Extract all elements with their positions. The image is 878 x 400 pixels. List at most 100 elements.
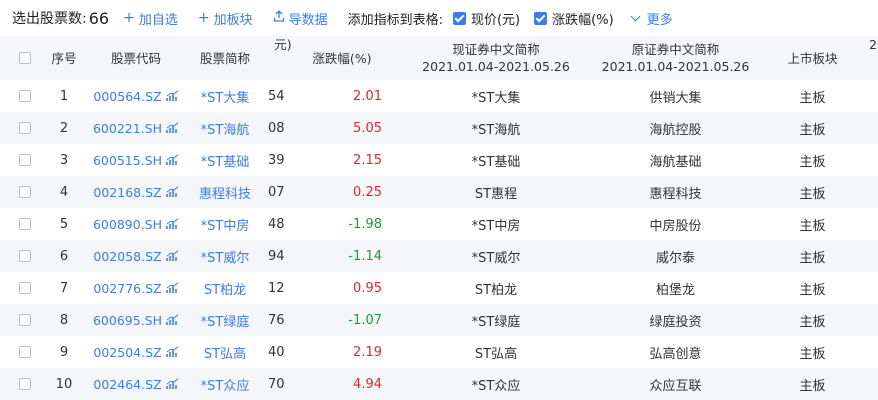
row-index: 4	[59, 184, 69, 200]
stock-name-link[interactable]: *ST大集	[201, 87, 250, 106]
row-current-name: *ST绿庭	[471, 314, 521, 330]
add-board-button[interactable]: + 加板块	[198, 9, 253, 28]
table-row[interactable]: 9 002504.SZ ST弘高 40 2.19 ST弘高 弘高创意 主板	[0, 336, 878, 368]
row-checkbox[interactable]	[19, 154, 31, 166]
row-name-cell: *ST基础	[192, 144, 258, 176]
row-checkbox[interactable]	[19, 282, 31, 294]
stock-code-link[interactable]: 600890.SH	[93, 217, 162, 232]
more-button[interactable]: 更多	[628, 9, 673, 28]
row-name-cell: ST弘高	[192, 336, 258, 368]
stock-name-link[interactable]: *ST中房	[201, 215, 250, 234]
stock-code-link[interactable]: 002504.SZ	[93, 345, 161, 360]
stock-code-link[interactable]: 600221.SH	[93, 121, 162, 136]
stock-code-link[interactable]: 000564.SZ	[93, 89, 161, 104]
row-original-name: 弘高创意	[649, 346, 702, 362]
bar-chart-icon[interactable]	[165, 90, 179, 102]
row-select-cell	[14, 80, 36, 112]
stock-name-link[interactable]: *ST威尔	[201, 247, 250, 266]
stock-code-link[interactable]: 600515.SH	[93, 153, 162, 168]
row-change: 0.95	[353, 280, 382, 296]
row-price: 12	[268, 280, 285, 296]
select-all-checkbox[interactable]	[19, 52, 31, 64]
table-row[interactable]: 3 600515.SH *ST基础 39 2.15 *ST基础 海航基础 主板	[0, 144, 878, 176]
table-row[interactable]: 6 002058.SZ *ST威尔 94 -1.14 *ST威尔 威尔泰 主板	[0, 240, 878, 272]
stock-code-link[interactable]: 002464.SZ	[93, 377, 161, 392]
add-watchlist-button[interactable]: + 加自选	[123, 9, 178, 28]
change-checkbox[interactable]: 涨跌幅(%)	[534, 9, 614, 28]
row-price: 54	[268, 88, 285, 104]
bar-chart-icon[interactable]	[166, 122, 179, 134]
stock-code-link[interactable]: 002058.SZ	[93, 249, 161, 264]
header-change[interactable]: 涨跌幅(%)	[300, 36, 384, 80]
stock-name-link[interactable]: *ST众应	[201, 375, 250, 394]
row-change: 2.15	[353, 152, 382, 168]
row-checkbox[interactable]	[19, 346, 31, 358]
row-price: 39	[268, 152, 285, 168]
bar-chart-icon[interactable]	[166, 218, 179, 230]
row-checkbox[interactable]	[19, 250, 31, 262]
row-original-name: 柏堡龙	[655, 282, 695, 298]
row-code-cell: 002776.SZ	[86, 272, 186, 304]
price-checkbox[interactable]: 现价(元)	[452, 9, 521, 28]
row-change: -1.14	[348, 248, 382, 264]
change-checkbox-label: 涨跌幅(%)	[552, 12, 614, 28]
row-checkbox[interactable]	[19, 314, 31, 326]
header-code[interactable]: 股票代码	[86, 36, 186, 80]
bar-chart-icon[interactable]	[166, 314, 179, 326]
bar-chart-icon[interactable]	[165, 186, 179, 198]
header-board[interactable]: 上市板块	[765, 36, 860, 80]
row-current-name: ST惠程	[474, 186, 518, 202]
export-button[interactable]: 导数据	[273, 9, 328, 28]
row-price: 94	[268, 248, 285, 264]
stock-name-link[interactable]: ST柏龙	[204, 279, 246, 298]
table-row[interactable]: 7 002776.SZ ST柏龙 12 0.95 ST柏龙 柏堡龙 主板	[0, 272, 878, 304]
row-board: 主板	[799, 346, 826, 362]
price-checkbox-label: 现价(元)	[470, 12, 521, 28]
checkbox-checked-icon	[452, 11, 466, 25]
header-current-name-title: 现证券中文简称	[452, 42, 540, 57]
bar-chart-icon[interactable]	[165, 378, 179, 390]
stock-name-link[interactable]: *ST绿庭	[201, 311, 250, 330]
row-price: 08	[268, 120, 285, 136]
stock-code-link[interactable]: 002776.SZ	[93, 281, 161, 296]
bar-chart-icon[interactable]	[165, 250, 179, 262]
table-row[interactable]: 8 600695.SH *ST绿庭 76 -1.07 *ST绿庭 绿庭投资 主板	[0, 304, 878, 336]
stock-name-link[interactable]: *ST基础	[201, 151, 250, 170]
bar-chart-icon[interactable]	[165, 346, 179, 358]
bar-chart-icon[interactable]	[166, 154, 179, 166]
row-change: 2.19	[353, 344, 382, 360]
row-current-name: *ST基础	[471, 154, 521, 170]
stock-code-link[interactable]: 002168.SZ	[93, 185, 161, 200]
header-name[interactable]: 股票简称	[192, 36, 258, 80]
bar-chart-icon[interactable]	[165, 282, 179, 294]
table-row[interactable]: 10 002464.SZ *ST众应 70 4.94 *ST众应 众应互联 主板	[0, 368, 878, 400]
table-row[interactable]: 2 600221.SH *ST海航 08 5.05 *ST海航 海航控股 主板	[0, 112, 878, 144]
row-checkbox[interactable]	[19, 90, 31, 102]
export-label: 导数据	[288, 12, 328, 28]
row-code-cell: 000564.SZ	[86, 80, 186, 112]
row-board: 主板	[799, 122, 826, 138]
row-checkbox[interactable]	[19, 122, 31, 134]
toolbar: 选出股票数: 66 + 加自选 + 加板块 导数据 添加指标到表格: 现价(元)…	[0, 0, 878, 36]
row-index: 6	[59, 248, 69, 264]
table-row[interactable]: 5 600890.SH *ST中房 48 -1.98 *ST中房 中房股份 主板	[0, 208, 878, 240]
header-price[interactable]: 元)	[268, 36, 298, 80]
row-index: 7	[59, 280, 69, 296]
row-checkbox[interactable]	[19, 186, 31, 198]
stock-code-link[interactable]: 600695.SH	[93, 313, 162, 328]
table-row[interactable]: 4 002168.SZ 惠程科技 07 0.25 ST惠程 惠程科技 主板	[0, 176, 878, 208]
row-checkbox[interactable]	[19, 378, 31, 390]
row-current-name: *ST众应	[471, 378, 521, 394]
header-current-name[interactable]: 现证券中文简称 2021.01.04-2021.05.26	[400, 36, 592, 80]
stock-name-link[interactable]: *ST海航	[201, 119, 250, 138]
stock-name-link[interactable]: 惠程科技	[199, 183, 251, 202]
row-index: 9	[59, 344, 69, 360]
stock-name-link[interactable]: ST弘高	[204, 343, 246, 362]
header-extra: 2	[869, 37, 877, 52]
row-checkbox[interactable]	[19, 218, 31, 230]
row-code-cell: 600221.SH	[86, 112, 186, 144]
header-original-name[interactable]: 原证券中文简称 2021.01.04-2021.05.26	[588, 36, 763, 80]
row-name-cell: *ST海航	[192, 112, 258, 144]
table-row[interactable]: 1 000564.SZ *ST大集 54 2.01 *ST大集 供销大集 主板	[0, 80, 878, 112]
row-change: -1.98	[348, 216, 382, 232]
